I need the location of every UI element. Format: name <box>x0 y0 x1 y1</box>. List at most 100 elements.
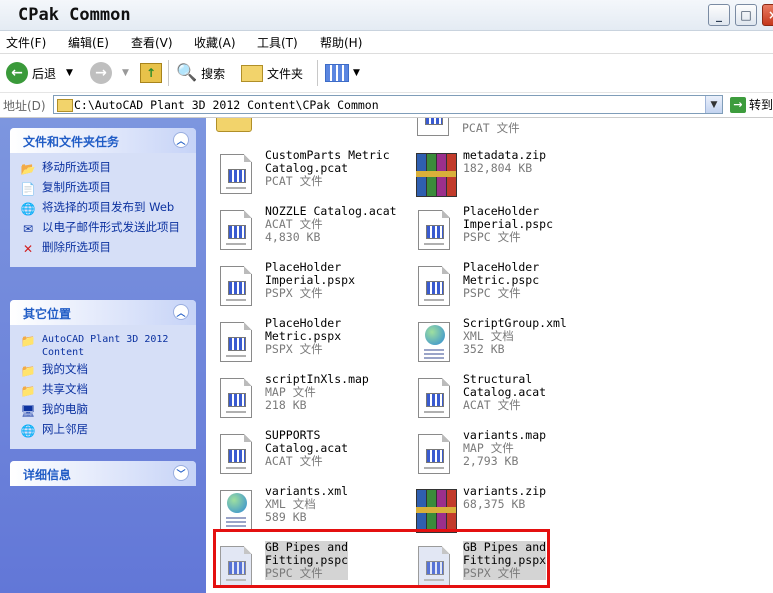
file-item[interactable]: NOZZLE Catalog.acat ACAT 文件 4,830 KB <box>214 205 404 255</box>
zip-archive-icon <box>414 487 457 533</box>
address-input[interactable]: C:\AutoCAD Plant 3D 2012 Content\CPak Co… <box>53 95 723 114</box>
doc-icon[interactable] <box>417 118 449 136</box>
task-delete[interactable]: ✕ 删除所选项目 <box>20 241 190 257</box>
collapse-chevron-icon[interactable]: ︿ <box>173 132 189 148</box>
views-icon <box>325 64 349 82</box>
search-icon: 🔍 <box>176 63 198 83</box>
file-label: variants.zip 68,375 KB <box>463 485 546 511</box>
menu-tools[interactable]: 工具(T) <box>257 34 298 51</box>
place-shared-label: 共享文档 <box>42 382 88 396</box>
file-meta: 68,375 KB <box>463 497 526 511</box>
forward-button[interactable]: → ▼ <box>90 62 129 84</box>
delete-icon: ✕ <box>22 241 34 256</box>
place-parent-folder[interactable]: 📁 AutoCAD Plant 3D 2012 Content <box>20 333 190 359</box>
search-button[interactable]: 🔍 搜索 <box>176 62 225 84</box>
file-meta: 182,804 KB <box>463 161 533 175</box>
file-item[interactable]: PlaceHolder Metric.pspx PSPX 文件 <box>214 317 404 367</box>
address-path: C:\AutoCAD Plant 3D 2012 Content\CPak Co… <box>74 98 379 112</box>
document-icon <box>216 375 258 421</box>
file-list-pane: PCAT 文件 CustomParts Metric Catalog.pcat PC… <box>206 118 773 593</box>
folders-button[interactable]: 文件夹 <box>241 62 303 84</box>
file-label: scriptInXls.map MAP 文件 218 KB <box>265 373 369 412</box>
up-folder-button[interactable]: ↑ <box>140 62 162 84</box>
highlight-box <box>213 529 550 588</box>
file-item[interactable]: SUPPORTS Catalog.acat ACAT 文件 <box>214 429 404 479</box>
file-item[interactable]: variants.xml XML 文档 589 KB <box>214 485 404 535</box>
task-move[interactable]: 📂 移动所选项目 <box>20 161 190 177</box>
file-item[interactable]: variants.zip 68,375 KB <box>412 485 602 535</box>
file-item[interactable]: ScriptGroup.xml XML 文档 352 KB <box>412 317 602 367</box>
file-meta: PSPC 文件 <box>463 230 521 244</box>
folder-icon[interactable] <box>216 118 252 132</box>
chevron-down-icon: ▼ <box>710 99 718 110</box>
task-copy[interactable]: 📄 复制所选项目 <box>20 181 190 197</box>
file-meta: ACAT 文件 <box>265 454 323 468</box>
file-item[interactable]: Structural Catalog.acat ACAT 文件 <box>412 373 602 423</box>
document-icon <box>414 207 456 253</box>
file-meta: 2,793 KB <box>463 454 519 468</box>
task-publish-web[interactable]: 🌐 将选择的项目发布到 Web <box>20 201 190 217</box>
file-meta: PSPC 文件 <box>463 286 521 300</box>
copy-icon: 📄 <box>20 181 36 196</box>
other-places-header[interactable]: 其它位置 ︿ <box>10 300 196 325</box>
close-button[interactable]: × <box>762 4 773 26</box>
go-arrow-icon: → <box>730 96 746 113</box>
address-dropdown-button[interactable]: ▼ <box>705 96 722 113</box>
place-parent-label: AutoCAD Plant 3D 2012 Content <box>42 334 169 358</box>
place-network[interactable]: 🌐 网上邻居 <box>20 423 190 439</box>
back-dropdown-icon[interactable]: ▼ <box>66 68 73 78</box>
file-label: PlaceHolder Imperial.pspx PSPX 文件 <box>265 261 355 300</box>
move-icon: 📂 <box>20 161 36 176</box>
file-item[interactable]: PlaceHolder Imperial.pspc PSPC 文件 <box>412 205 602 255</box>
close-icon: × <box>768 8 773 22</box>
minimize-button[interactable]: _ <box>708 4 730 26</box>
forward-dropdown-icon[interactable]: ▼ <box>122 68 129 78</box>
place-shared-documents[interactable]: 📁 共享文档 <box>20 383 190 399</box>
folder-icon: 📁 <box>20 333 36 348</box>
document-icon <box>216 431 258 477</box>
back-label: 后退 <box>32 66 57 81</box>
document-icon <box>216 151 258 197</box>
search-label: 搜索 <box>201 66 226 81</box>
other-places-title: 其它位置 <box>23 307 72 321</box>
file-meta: ACAT 文件 <box>463 398 521 412</box>
menu-help[interactable]: 帮助(H) <box>320 34 362 51</box>
file-meta: PSPX 文件 <box>265 286 323 300</box>
file-label: SUPPORTS Catalog.acat ACAT 文件 <box>265 429 348 468</box>
maximize-button[interactable]: □ <box>735 4 757 26</box>
details-header[interactable]: 详细信息 ﹀ <box>10 461 196 486</box>
file-item[interactable]: CustomParts Metric Catalog.pcat PCAT 文件 <box>214 149 404 199</box>
file-item[interactable]: PlaceHolder Imperial.pspx PSPX 文件 <box>214 261 404 311</box>
file-item[interactable]: metadata.zip 182,804 KB <box>412 149 602 199</box>
file-item[interactable]: PlaceHolder Metric.pspc PSPC 文件 <box>412 261 602 311</box>
place-my-documents[interactable]: 📁 我的文档 <box>20 363 190 379</box>
menu-file[interactable]: 文件(F) <box>6 34 46 51</box>
collapse-chevron-icon[interactable]: ︿ <box>173 304 189 320</box>
file-meta: 589 KB <box>265 510 307 524</box>
left-task-pane: 文件和文件夹任务 ︿ 📂 移动所选项目 📄 复制所选项目 🌐 将选择的项目发布到… <box>0 118 206 593</box>
go-button[interactable]: → 转到 <box>730 96 773 113</box>
file-label: NOZZLE Catalog.acat ACAT 文件 4,830 KB <box>265 205 397 244</box>
window-title: CPak Common <box>18 5 131 25</box>
file-item[interactable]: scriptInXls.map MAP 文件 218 KB <box>214 373 404 423</box>
views-button[interactable]: ▼ <box>325 62 360 84</box>
back-arrow-icon: ← <box>6 62 28 84</box>
menu-edit[interactable]: 编辑(E) <box>68 34 109 51</box>
up-folder-icon: ↑ <box>140 63 162 83</box>
file-label: PlaceHolder Metric.pspx PSPX 文件 <box>265 317 341 356</box>
menu-view[interactable]: 查看(V) <box>131 34 173 51</box>
task-email[interactable]: ✉ 以电子邮件形式发送此项目 <box>20 221 190 237</box>
file-label: Structural Catalog.acat ACAT 文件 <box>463 373 546 412</box>
toolbar: ← 后退 ▼ → ▼ ↑ 🔍 搜索 文件夹 ▼ <box>0 54 773 93</box>
file-meta: PSPX 文件 <box>265 342 323 356</box>
back-button[interactable]: ← 后退 ▼ <box>6 62 73 84</box>
place-computer-label: 我的电脑 <box>42 402 88 416</box>
expand-chevron-icon[interactable]: ﹀ <box>173 465 189 481</box>
shared-folder-icon: 📁 <box>20 383 36 398</box>
task-copy-label: 复制所选项目 <box>42 180 111 194</box>
document-icon <box>414 375 456 421</box>
place-my-computer[interactable]: 🖥 我的电脑 <box>20 403 190 419</box>
file-tasks-header[interactable]: 文件和文件夹任务 ︿ <box>10 128 196 153</box>
file-item[interactable]: variants.map MAP 文件 2,793 KB <box>412 429 602 479</box>
menu-favorites[interactable]: 收藏(A) <box>194 34 236 51</box>
